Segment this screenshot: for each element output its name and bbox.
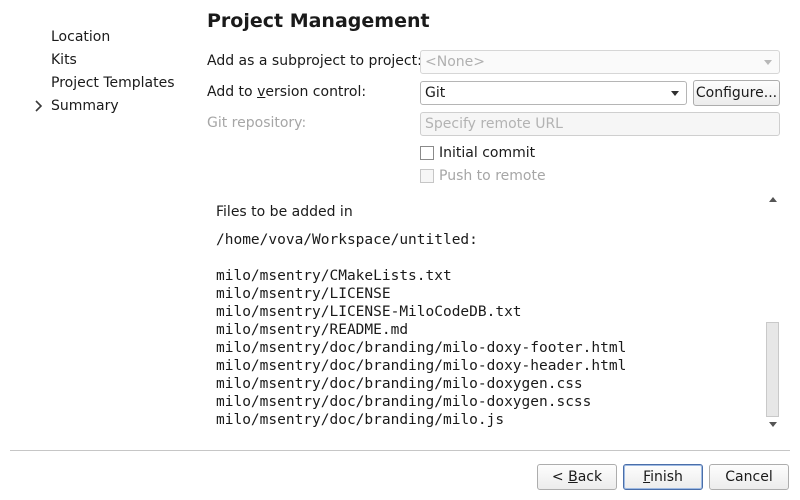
version-control-select-value: Git — [425, 85, 446, 101]
configure-button[interactable]: Configure... — [693, 80, 780, 106]
git-repository-label: Git repository: — [207, 115, 307, 131]
files-path: /home/vova/Workspace/untitled: — [216, 232, 478, 248]
version-control-label-start: Add to — [207, 84, 258, 100]
file-list-item: milo/msentry/doc/branding/milo.js — [216, 412, 505, 428]
scrollbar-thumb[interactable] — [766, 322, 779, 417]
sidebar-item-kits[interactable]: Kits — [51, 50, 77, 70]
files-scrollbar[interactable] — [766, 194, 780, 430]
scroll-up-icon[interactable] — [769, 197, 777, 202]
chevron-right-icon — [32, 96, 46, 116]
version-control-label: Add to version control: — [207, 82, 366, 102]
back-button-mnemonic: B — [568, 469, 578, 485]
file-list-item: milo/msentry/doc/branding/milo-doxygen.c… — [216, 376, 583, 392]
version-control-select[interactable]: Git — [420, 81, 687, 105]
sidebar-item-project-templates[interactable]: Project Templates — [51, 73, 175, 93]
sidebar-item-summary[interactable]: Summary — [51, 96, 119, 116]
finish-button[interactable]: Finish — [623, 464, 703, 490]
finish-button-suffix: inish — [650, 469, 683, 485]
chevron-down-icon — [671, 91, 679, 96]
files-heading: Files to be added in — [216, 204, 353, 220]
button-row-divider — [10, 450, 790, 451]
file-list-item: milo/msentry/LICENSE-MiloCodeDB.txt — [216, 304, 522, 320]
sidebar-item-location[interactable]: Location — [51, 27, 110, 47]
file-list-item: milo/msentry/doc/branding/milo-doxy-foot… — [216, 340, 627, 356]
subproject-select-value: <None> — [425, 54, 485, 70]
push-to-remote-label[interactable]: Push to remote — [439, 166, 546, 186]
wizard-sidebar: Location Kits Project Templates Summary — [0, 0, 200, 440]
git-repository-input[interactable]: Specify remote URL — [420, 112, 780, 136]
page-title: Project Management — [207, 10, 430, 32]
chevron-down-icon — [764, 60, 772, 65]
version-control-label-end: ersion control: — [265, 84, 367, 100]
back-button-suffix: ack — [577, 469, 603, 485]
back-button[interactable]: < Back — [537, 464, 617, 490]
initial-commit-checkbox[interactable] — [420, 146, 434, 160]
initial-commit-label[interactable]: Initial commit — [439, 143, 535, 163]
subproject-label: Add as a subproject to project: — [207, 53, 422, 69]
scroll-down-icon[interactable] — [769, 422, 777, 427]
back-button-prefix: < — [551, 469, 569, 485]
file-list-item: milo/msentry/CMakeLists.txt — [216, 268, 452, 284]
file-list-item: milo/msentry/doc/branding/milo-doxygen.s… — [216, 394, 592, 410]
cancel-button[interactable]: Cancel — [709, 464, 789, 490]
files-summary-panel[interactable]: Files to be added in /home/vova/Workspac… — [207, 194, 766, 430]
file-list: milo/msentry/CMakeLists.txt milo/msentry… — [216, 267, 626, 429]
scrollbar-track[interactable] — [766, 207, 780, 417]
file-list-item: milo/msentry/doc/branding/milo-doxy-head… — [216, 358, 627, 374]
subproject-select[interactable]: <None> — [420, 50, 780, 74]
file-list-item: milo/msentry/README.md — [216, 322, 409, 338]
push-to-remote-checkbox[interactable] — [420, 169, 434, 183]
file-list-item: milo/msentry/LICENSE — [216, 286, 391, 302]
